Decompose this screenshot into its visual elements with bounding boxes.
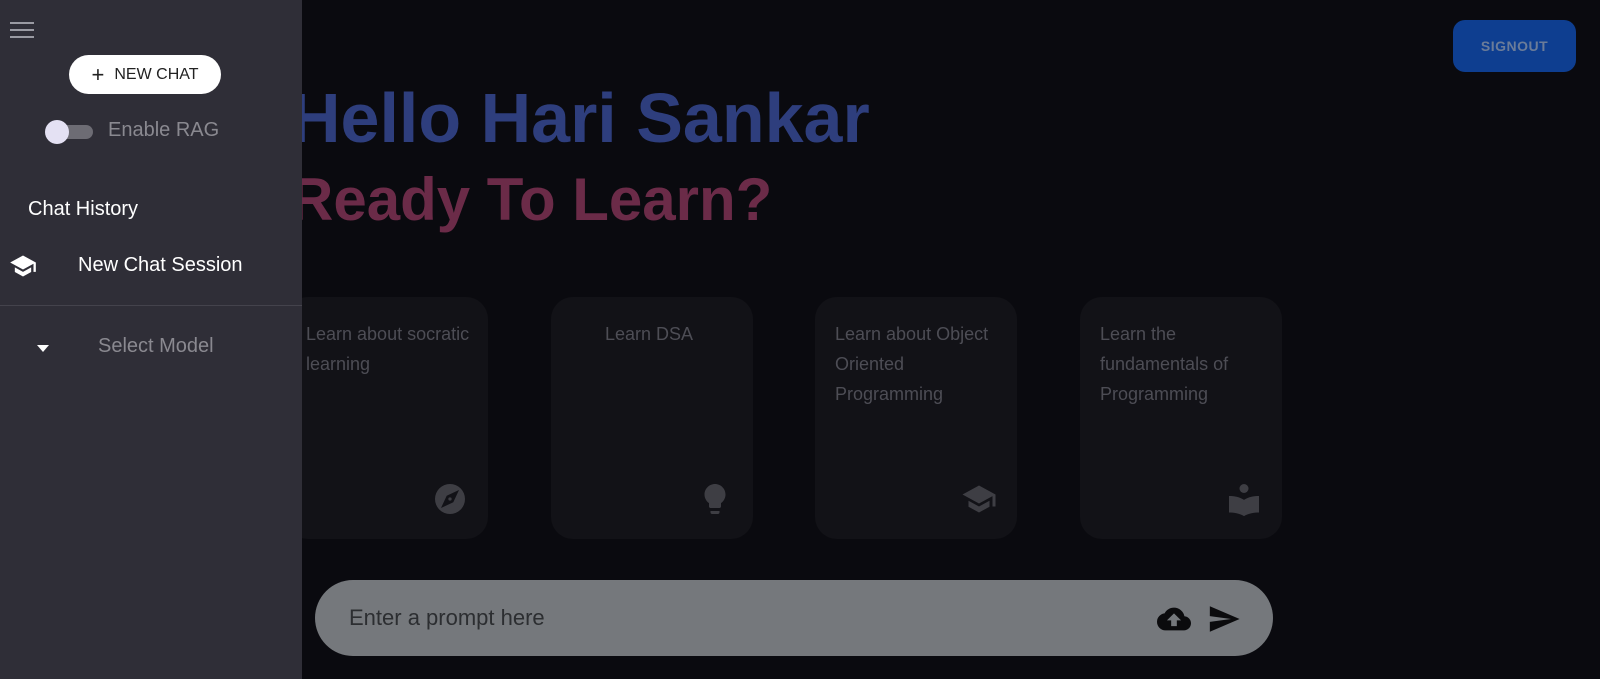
greeting-title: Hello Hari Sankar	[290, 79, 870, 157]
rag-toggle[interactable]	[45, 120, 93, 144]
model-select-label: Select Model	[98, 335, 214, 357]
card-text: Learn DSA	[605, 324, 694, 344]
school-icon	[9, 252, 37, 280]
greeting-subtitle: Ready To Learn?	[290, 166, 773, 233]
menu-icon[interactable]	[9, 18, 35, 42]
suggestion-card-socratic[interactable]: Learn about socratic learning	[286, 297, 488, 539]
chat-history-title: Chat History	[28, 198, 139, 220]
rag-toggle-thumb	[45, 120, 69, 144]
lightbulb-icon	[697, 481, 733, 517]
suggestion-card-oop[interactable]: Learn about Object Oriented Programming	[815, 297, 1017, 539]
cloud-upload-icon[interactable]	[1157, 602, 1191, 636]
app-root: SIGNOUT Hello Hari Sankar Ready To Learn…	[0, 0, 1600, 679]
sidebar-divider	[0, 305, 302, 306]
card-text: Learn the fundamentals of Programming	[1100, 324, 1229, 404]
plus-icon: +	[91, 61, 105, 87]
send-icon[interactable]	[1207, 602, 1241, 636]
new-chat-button[interactable]: + NEW CHAT	[69, 55, 221, 94]
suggestion-card-dsa[interactable]: Learn DSA	[551, 297, 753, 539]
card-text: Learn about Object Oriented Programming	[835, 324, 989, 404]
compass-icon	[432, 481, 468, 517]
new-chat-label: NEW CHAT	[114, 65, 199, 83]
reading-icon	[1226, 481, 1262, 517]
card-text: Learn about socratic learning	[306, 324, 470, 374]
prompt-input[interactable]	[349, 598, 1109, 638]
prompt-bar	[315, 580, 1273, 656]
rag-label: Enable RAG	[108, 119, 220, 141]
school-icon	[961, 481, 997, 517]
model-select[interactable]: Select Model	[0, 330, 302, 364]
chat-history-item-label: New Chat Session	[78, 254, 243, 276]
sidebar: + NEW CHAT Enable RAG Chat History New C…	[0, 0, 302, 679]
signout-button[interactable]: SIGNOUT	[1453, 20, 1576, 72]
caret-down-icon	[37, 340, 49, 352]
chat-history-item[interactable]: New Chat Session	[0, 245, 302, 285]
suggestion-card-fundamentals[interactable]: Learn the fundamentals of Programming	[1080, 297, 1282, 539]
